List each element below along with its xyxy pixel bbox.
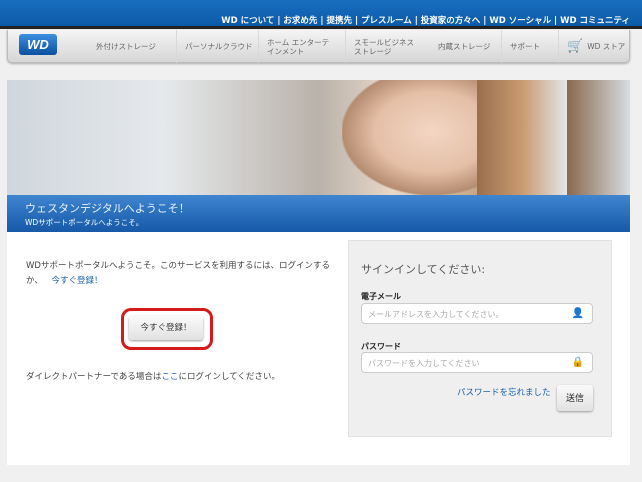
cart-icon: 🛒 <box>567 39 584 54</box>
link-partners[interactable]: 提携先 <box>326 16 352 26</box>
main-nav: WD 外付けストレージ パーソナルクラウド ホーム エンターテ インメント スモ… <box>7 30 630 63</box>
intro-text: WDサポートポータルへようこそ。このサービスを利用するには、ログインするか、 今… <box>26 259 341 289</box>
nav-external-storage[interactable]: 外付けストレージ <box>88 30 156 63</box>
password-placeholder: パスワードを入力してください <box>368 359 480 368</box>
partner-before: ダイレクトパートナーである場合は <box>26 372 162 382</box>
link-where-to-buy[interactable]: お求め先 <box>283 16 317 26</box>
forgot-password-link[interactable]: パスワードを忘れました <box>457 386 551 398</box>
submit-button[interactable]: 送信 <box>557 385 593 411</box>
email-label: 電子メール <box>361 292 401 301</box>
lock-icon: 🔒 <box>571 357 584 368</box>
partner-login-link[interactable]: ここ <box>161 372 178 382</box>
nav-personal-cloud[interactable]: パーソナルクラウド <box>176 30 253 63</box>
register-button[interactable]: 今すぐ登録！ <box>129 316 203 340</box>
banner-title: ウェスタンデジタルへようこそ！ <box>25 202 190 215</box>
nav-internal-storage[interactable]: 内蔵ストレージ <box>430 30 490 63</box>
hero-image <box>7 80 630 195</box>
partner-after: にログインしてください。 <box>178 372 280 382</box>
password-field[interactable]: パスワードを入力してください 🔒 <box>361 352 593 373</box>
banner-subtitle: WDサポートポータルへようこそ。 <box>25 218 144 227</box>
top-links: WD について | お求め先 | 提携先 | プレスルーム | 投資家の方々へ … <box>221 16 630 26</box>
signin-title: サインインしてください: <box>361 263 486 276</box>
password-label: パスワード <box>361 342 401 351</box>
welcome-banner: ウェスタンデジタルへようこそ！ WDサポートポータルへようこそ。 <box>7 195 630 232</box>
top-bar: WD について | お求め先 | 提携先 | プレスルーム | 投資家の方々へ … <box>0 0 642 29</box>
email-field[interactable]: メールアドレスを入力してください。 👤 <box>361 303 593 324</box>
nav-store-label: WD ストア <box>587 42 626 51</box>
nav-home-entertainment[interactable]: ホーム エンターテ インメント <box>258 30 329 63</box>
register-link[interactable]: 今すぐ登録！ <box>52 276 103 286</box>
link-press[interactable]: プレスルーム <box>361 16 412 26</box>
nav-small-business[interactable]: スモールビジネス ストレージ <box>345 30 414 63</box>
link-about[interactable]: WD について <box>221 16 274 26</box>
link-investors[interactable]: 投資家の方々へ <box>421 16 481 26</box>
nav-store[interactable]: 🛒 WD ストア <box>558 30 625 63</box>
partner-text: ダイレクトパートナーである場合はここにログインしてください。 <box>26 370 280 382</box>
email-placeholder: メールアドレスを入力してください。 <box>368 310 504 319</box>
link-social[interactable]: WD ソーシャル <box>489 16 551 26</box>
signin-panel: サインインしてください: 電子メール メールアドレスを入力してください。 👤 パ… <box>348 240 612 437</box>
user-icon: 👤 <box>571 308 584 319</box>
nav-support[interactable]: サポート <box>501 30 540 63</box>
link-community[interactable]: WD コミュニティ <box>560 16 630 26</box>
hero-hair <box>477 80 567 195</box>
wd-logo[interactable]: WD <box>19 34 57 55</box>
